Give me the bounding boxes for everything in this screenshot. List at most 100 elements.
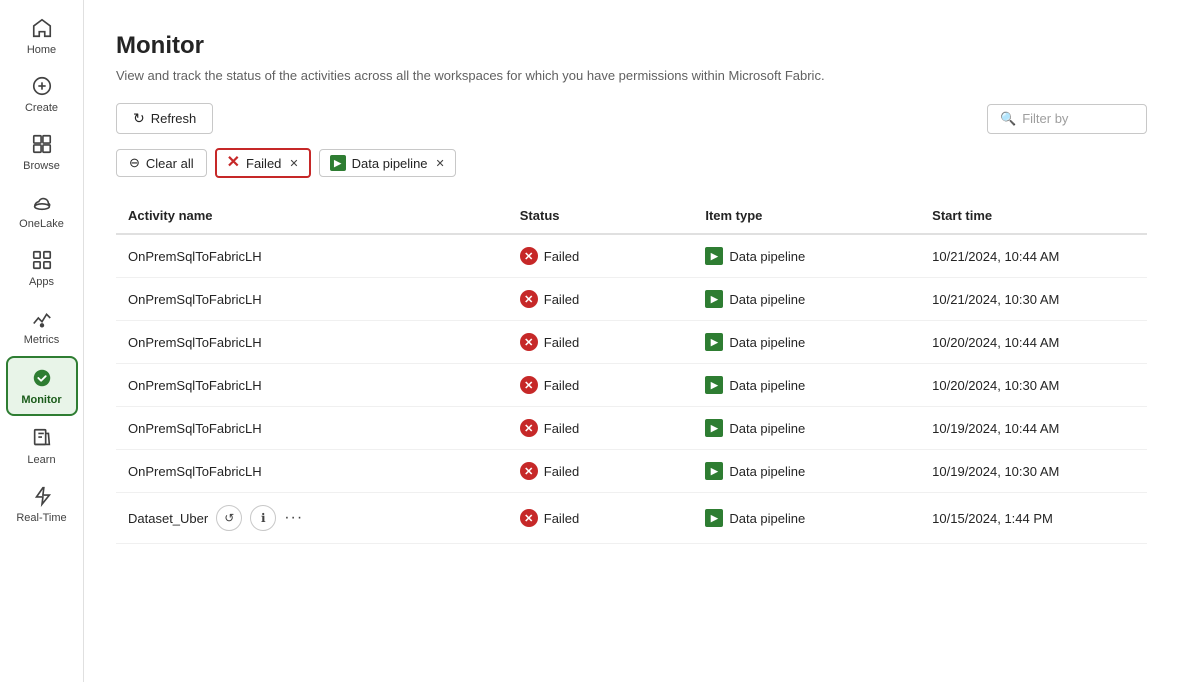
main-content: Monitor View and track the status of the… <box>84 0 1179 682</box>
activity-name-text: OnPremSqlToFabricLH <box>128 335 262 350</box>
start-time-text: 10/15/2024, 1:44 PM <box>932 511 1053 526</box>
filter-tag-data-pipeline[interactable]: ▶ Data pipeline ✕ <box>319 149 456 177</box>
item-type-cell: ▶ Data pipeline <box>693 364 920 407</box>
row-actions: ↺ ℹ ··· <box>216 505 303 531</box>
status-cell: ✕ Failed <box>508 493 694 544</box>
status-text: Failed <box>544 292 579 307</box>
create-icon <box>30 74 54 98</box>
learn-icon <box>30 426 54 450</box>
data-table: Activity name Status Item type Start tim… <box>116 198 1147 544</box>
failed-tag-close[interactable]: ✕ <box>289 157 298 170</box>
table-header: Activity name Status Item type Start tim… <box>116 198 1147 234</box>
failed-icon: ✕ <box>520 290 538 308</box>
activity-name-text: OnPremSqlToFabricLH <box>128 421 262 436</box>
status-cell: ✕ Failed <box>508 234 694 278</box>
status-text: Failed <box>544 421 579 436</box>
item-type-text: Data pipeline <box>729 292 805 307</box>
start-time-text: 10/19/2024, 10:44 AM <box>932 421 1059 436</box>
activity-name-text: OnPremSqlToFabricLH <box>128 378 262 393</box>
toolbar-left: ↻ Refresh <box>116 103 213 134</box>
failed-icon: ✕ <box>520 333 538 351</box>
apps-icon <box>30 248 54 272</box>
col-status: Status <box>508 198 694 234</box>
sidebar-item-apps[interactable]: Apps <box>6 240 78 296</box>
table-row[interactable]: OnPremSqlToFabricLH ✕ Failed ▶ Data pipe… <box>116 450 1147 493</box>
start-time-cell: 10/21/2024, 10:30 AM <box>920 278 1147 321</box>
failed-icon: ✕ <box>520 462 538 480</box>
data-pipeline-icon: ▶ <box>705 462 723 480</box>
status-cell: ✕ Failed <box>508 321 694 364</box>
realtime-icon <box>30 484 54 508</box>
refresh-button[interactable]: ↻ Refresh <box>116 103 213 134</box>
table-row[interactable]: OnPremSqlToFabricLH ✕ Failed ▶ Data pipe… <box>116 364 1147 407</box>
table-row[interactable]: OnPremSqlToFabricLH ✕ Failed ▶ Data pipe… <box>116 321 1147 364</box>
item-type-text: Data pipeline <box>729 249 805 264</box>
data-pipeline-icon: ▶ <box>705 376 723 394</box>
item-type-text: Data pipeline <box>729 335 805 350</box>
sidebar-item-monitor[interactable]: Monitor <box>6 356 78 416</box>
sidebar-item-onelake[interactable]: OneLake <box>6 182 78 238</box>
refresh-icon: ↻ <box>133 110 145 127</box>
status-text: Failed <box>544 378 579 393</box>
start-time-cell: 10/19/2024, 10:44 AM <box>920 407 1147 450</box>
sidebar: Home Create Browse <box>0 0 84 682</box>
filter-tag-failed[interactable]: ✕ Failed ✕ <box>215 148 311 178</box>
col-item-type: Item type <box>693 198 920 234</box>
activity-name-text: OnPremSqlToFabricLH <box>128 292 262 307</box>
sidebar-item-realtime[interactable]: Real-Time <box>6 476 78 532</box>
sidebar-item-metrics[interactable]: Metrics <box>6 298 78 354</box>
activity-name-cell: OnPremSqlToFabricLH <box>116 234 508 278</box>
item-type-text: Data pipeline <box>729 511 805 526</box>
page-description: View and track the status of the activit… <box>116 68 1147 83</box>
table-row[interactable]: OnPremSqlToFabricLH ✕ Failed ▶ Data pipe… <box>116 234 1147 278</box>
filter-input-container[interactable]: 🔍 Filter by <box>987 104 1147 134</box>
activity-name-cell: OnPremSqlToFabricLH <box>116 321 508 364</box>
clear-all-icon: ⊖ <box>129 155 140 171</box>
monitor-icon <box>30 366 54 390</box>
activity-name-cell: OnPremSqlToFabricLH <box>116 407 508 450</box>
start-time-cell: 10/21/2024, 10:44 AM <box>920 234 1147 278</box>
data-pipeline-icon: ▶ <box>705 509 723 527</box>
clear-all-button[interactable]: ⊖ Clear all <box>116 149 207 177</box>
pipeline-tag-close[interactable]: ✕ <box>436 157 445 170</box>
failed-icon: ✕ <box>520 376 538 394</box>
status-cell: ✕ Failed <box>508 450 694 493</box>
metrics-icon <box>30 306 54 330</box>
col-activity-name: Activity name <box>116 198 508 234</box>
failed-filter-icon: ✕ <box>227 155 240 171</box>
activity-name-cell: Dataset_Uber ↺ ℹ ··· <box>116 493 508 544</box>
status-cell: ✕ Failed <box>508 278 694 321</box>
item-type-cell: ▶ Data pipeline <box>693 234 920 278</box>
search-icon: 🔍 <box>1000 111 1016 127</box>
more-options-button[interactable]: ··· <box>284 509 303 527</box>
sidebar-item-browse[interactable]: Browse <box>6 124 78 180</box>
table-row[interactable]: Dataset_Uber ↺ ℹ ··· ✕ Failed ▶ Data pip… <box>116 493 1147 544</box>
filter-row: ⊖ Clear all ✕ Failed ✕ ▶ Data pipeline ✕ <box>116 148 1147 178</box>
start-time-cell: 10/20/2024, 10:44 AM <box>920 321 1147 364</box>
start-time-cell: 10/19/2024, 10:30 AM <box>920 450 1147 493</box>
pipeline-filter-icon: ▶ <box>330 155 346 171</box>
data-pipeline-icon: ▶ <box>705 333 723 351</box>
item-type-cell: ▶ Data pipeline <box>693 278 920 321</box>
activity-name-text: OnPremSqlToFabricLH <box>128 249 262 264</box>
sidebar-item-create[interactable]: Create <box>6 66 78 122</box>
start-time-text: 10/21/2024, 10:30 AM <box>932 292 1059 307</box>
col-start-time: Start time <box>920 198 1147 234</box>
page-title: Monitor <box>116 32 1147 60</box>
start-time-text: 10/20/2024, 10:44 AM <box>932 335 1059 350</box>
table-row[interactable]: OnPremSqlToFabricLH ✕ Failed ▶ Data pipe… <box>116 278 1147 321</box>
item-type-text: Data pipeline <box>729 421 805 436</box>
table-row[interactable]: OnPremSqlToFabricLH ✕ Failed ▶ Data pipe… <box>116 407 1147 450</box>
sidebar-item-home[interactable]: Home <box>6 8 78 64</box>
start-time-cell: 10/20/2024, 10:30 AM <box>920 364 1147 407</box>
activity-name-cell: OnPremSqlToFabricLH <box>116 450 508 493</box>
sidebar-item-learn[interactable]: Learn <box>6 418 78 474</box>
onelake-icon <box>30 190 54 214</box>
start-time-text: 10/21/2024, 10:44 AM <box>932 249 1059 264</box>
refresh-row-button[interactable]: ↺ <box>216 505 242 531</box>
status-text: Failed <box>544 335 579 350</box>
item-type-cell: ▶ Data pipeline <box>693 450 920 493</box>
info-row-button[interactable]: ℹ <box>250 505 276 531</box>
home-icon <box>30 16 54 40</box>
failed-icon: ✕ <box>520 509 538 527</box>
